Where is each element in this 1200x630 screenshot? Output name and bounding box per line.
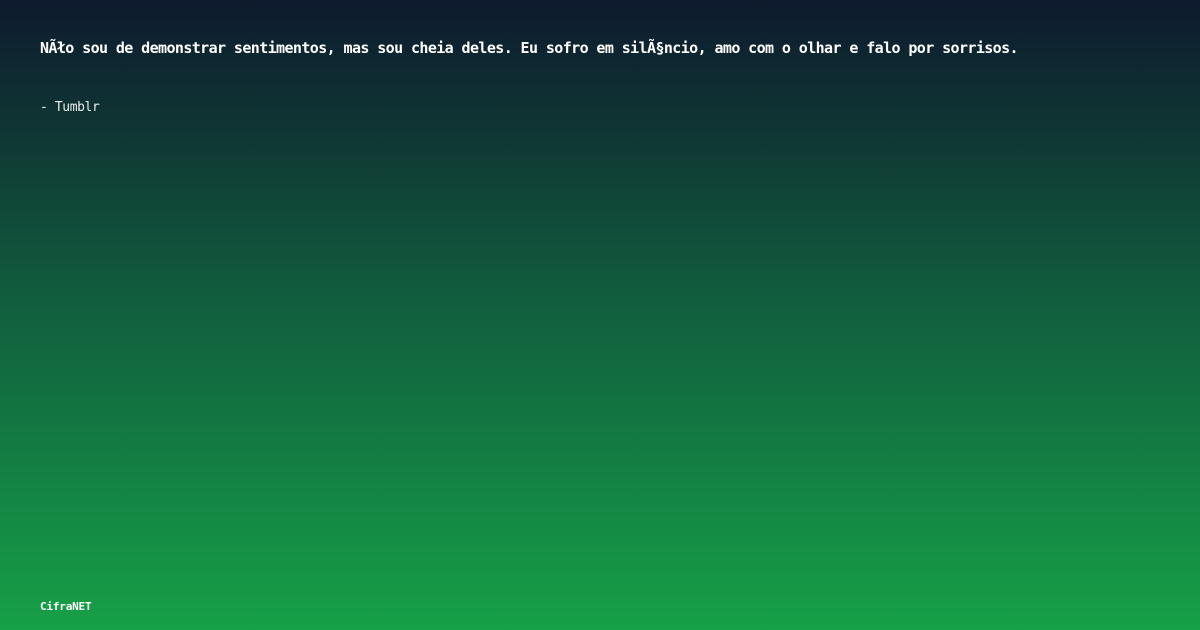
quote-text: NÃło sou de demonstrar sentimentos, mas … bbox=[40, 39, 1019, 57]
quote-author: - Tumblr bbox=[40, 100, 100, 115]
brand-logo-text: CifraNET bbox=[40, 600, 92, 613]
quote-card: NÃło sou de demonstrar sentimentos, mas … bbox=[0, 0, 1200, 630]
